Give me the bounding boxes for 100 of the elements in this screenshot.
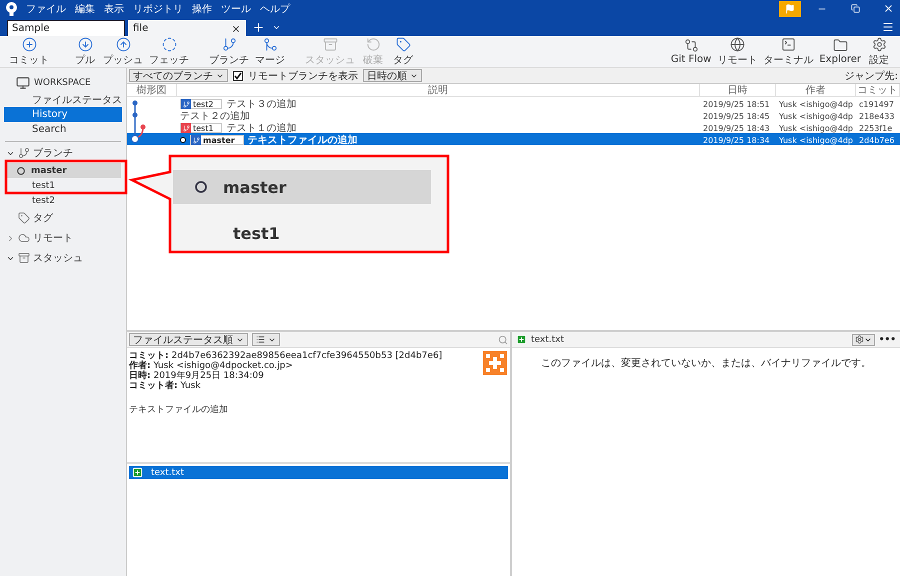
section-title: WORKSPACE bbox=[34, 78, 91, 88]
author-text: Yusk <ishigo@4dp bbox=[778, 112, 854, 120]
menu-item[interactable]: ヘルプ bbox=[260, 2, 290, 16]
toolbar-button[interactable]: ブランチ bbox=[206, 36, 252, 66]
branch-dropdown[interactable]: すべてのブランチ bbox=[129, 69, 228, 82]
tag-icon bbox=[18, 212, 30, 224]
menu-item[interactable]: ツール bbox=[221, 2, 251, 16]
toolbar-button[interactable]: フェッチ bbox=[146, 36, 192, 66]
zoomed-branch-item: master bbox=[173, 170, 431, 204]
sidebar-item[interactable]: History bbox=[4, 107, 122, 122]
branch-item[interactable]: test1 bbox=[5, 178, 121, 193]
author-text: Yusk <ishigo@4dp bbox=[778, 100, 854, 108]
branch-item[interactable]: master bbox=[5, 163, 121, 178]
flag-button[interactable] bbox=[779, 0, 801, 16]
branch-icon bbox=[222, 36, 236, 52]
column-header[interactable]: コミット bbox=[856, 84, 900, 97]
date-text: 2019/9/25 18:51 bbox=[702, 100, 771, 108]
toolbar-button[interactable]: マージ bbox=[252, 36, 288, 66]
author-text: Yusk <ishigo@4dp bbox=[778, 124, 854, 132]
toolbar-button[interactable]: プッシュ bbox=[100, 36, 146, 66]
close-icon[interactable] bbox=[231, 24, 241, 34]
toolbar-button[interactable]: コミット bbox=[6, 36, 52, 66]
settings-dropdown[interactable] bbox=[852, 334, 875, 346]
commit-hash: 2253f1e bbox=[858, 124, 894, 132]
search-icon[interactable] bbox=[498, 334, 508, 344]
toolbar-button[interactable]: 設定 bbox=[864, 36, 894, 66]
view-dropdown[interactable] bbox=[252, 333, 280, 346]
menu-item[interactable]: 表示 bbox=[104, 2, 124, 16]
zoomed-branch-item: test1 bbox=[232, 222, 281, 244]
box-icon bbox=[18, 252, 30, 264]
avatar-icon bbox=[483, 351, 507, 375]
toolbar-button[interactable]: プル bbox=[70, 36, 100, 66]
section-title[interactable]: ブランチ bbox=[33, 146, 73, 160]
author-text: Yusk <ishigo@4dp bbox=[778, 136, 854, 144]
commit-row[interactable]: テスト２の追加 2019/9/25 18:45 Yusk <ishigo@4dp 218e433 bbox=[127, 109, 900, 121]
menu-icon[interactable] bbox=[882, 21, 894, 33]
current-branch-icon bbox=[195, 181, 207, 193]
dashed-circle-icon bbox=[162, 36, 176, 52]
menu-item[interactable]: 編集 bbox=[75, 2, 95, 16]
flow-icon bbox=[684, 38, 699, 53]
commit-row[interactable]: master テキストファイルの追加 2019/9/25 18:34 Yusk <ishigo@4dp 2d4b7e6 bbox=[127, 133, 900, 145]
toolbar-button[interactable]: リモート bbox=[714, 36, 760, 66]
commit-description: テスト１の追加 bbox=[226, 122, 296, 135]
commit-hash: 2d4b7e6 bbox=[858, 136, 896, 144]
jump-label: ジャンプ先: bbox=[844, 70, 898, 82]
commit-detail: コミット: 2d4b7e6362392ae89856eea1cf7cfe3964550b53 [2d4b7e6] bbox=[129, 351, 444, 361]
diff-message: このファイルは、変更されていないか、または、バイナリファイルです。 bbox=[540, 356, 872, 370]
commit-hash: 218e433 bbox=[858, 112, 896, 120]
caret-icon[interactable] bbox=[272, 23, 281, 32]
column-header[interactable]: 日時 bbox=[700, 84, 776, 97]
merge-icon bbox=[262, 36, 278, 52]
commit-detail: 作者: Yusk <ishigo@4dpocket.co.jp> bbox=[129, 361, 294, 371]
plus-circle-icon bbox=[22, 36, 36, 52]
menu-item[interactable]: ファイル bbox=[26, 2, 66, 16]
added-file-icon bbox=[132, 467, 143, 478]
toolbar-button[interactable]: ターミナル bbox=[760, 36, 816, 66]
new-tab-icon[interactable] bbox=[252, 21, 265, 34]
repository-tab[interactable]: Sample bbox=[7, 20, 125, 36]
sort-dropdown[interactable]: ファイルステータス順 bbox=[129, 333, 248, 346]
sort-dropdown[interactable]: 日時の順 bbox=[363, 69, 422, 82]
section-title[interactable]: スタッシュ bbox=[33, 251, 83, 265]
file-row[interactable]: text.txt bbox=[129, 466, 508, 479]
commit-description: テスト２の追加 bbox=[180, 110, 250, 123]
tag-icon bbox=[396, 36, 410, 52]
menu-item[interactable]: 操作 bbox=[192, 2, 212, 16]
branch-item[interactable]: test2 bbox=[5, 193, 121, 208]
current-branch-icon bbox=[17, 166, 25, 174]
sidebar-item[interactable]: ファイルステータス bbox=[4, 92, 122, 107]
cloud-icon bbox=[18, 232, 30, 244]
terminal-icon bbox=[780, 36, 796, 52]
box-icon bbox=[322, 36, 338, 52]
commit-description: テスト３の追加 bbox=[226, 98, 296, 110]
globe-icon bbox=[730, 36, 745, 52]
checkbox[interactable] bbox=[233, 70, 243, 80]
settings-icon bbox=[854, 335, 864, 344]
column-header[interactable]: 作者 bbox=[776, 84, 856, 97]
toolbar-button[interactable]: Git Flow bbox=[668, 38, 714, 65]
branch-label: master bbox=[190, 135, 244, 145]
monitor-icon bbox=[16, 76, 30, 90]
toolbar-button[interactable]: タグ bbox=[388, 36, 418, 66]
repository-tab[interactable]: file bbox=[128, 20, 246, 36]
date-text: 2019/9/25 18:43 bbox=[702, 124, 771, 132]
flag-icon bbox=[785, 4, 795, 14]
section-title[interactable]: タグ bbox=[33, 211, 53, 225]
date-text: 2019/9/25 18:45 bbox=[702, 112, 771, 120]
commit-message: テキストファイルの追加 bbox=[129, 404, 229, 416]
toolbar-button[interactable]: Explorer bbox=[816, 38, 864, 65]
sidebar-item[interactable]: Search bbox=[4, 122, 122, 137]
up-arrow-circle-icon bbox=[116, 36, 130, 52]
section-title[interactable]: リモート bbox=[33, 231, 73, 245]
commit-detail: コミット者: Yusk bbox=[129, 381, 202, 391]
column-header[interactable]: 樹形図 bbox=[127, 84, 177, 97]
column-header[interactable]: 説明 bbox=[177, 84, 700, 97]
file-name: text.txt bbox=[531, 334, 564, 344]
checkbox-label: リモートブランチを表示 bbox=[248, 70, 358, 82]
more-button[interactable]: ••• bbox=[878, 334, 896, 344]
menu-item[interactable]: リポジトリ bbox=[133, 2, 183, 16]
close-icon bbox=[882, 3, 894, 14]
undo-icon bbox=[366, 36, 380, 52]
commit-row[interactable]: test2 テスト３の追加 2019/9/25 18:51 Yusk <ishigo@4dp c191497 bbox=[127, 97, 900, 109]
